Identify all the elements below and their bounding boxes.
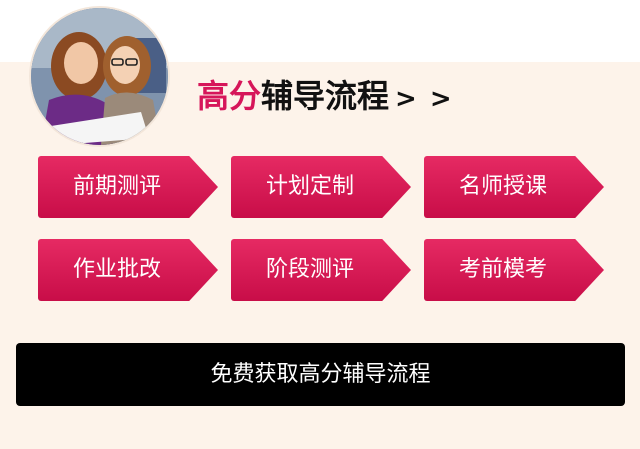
step-button-teacher-lessons[interactable]: 名师授课 bbox=[424, 156, 604, 218]
title-rest: 辅导流程 bbox=[261, 77, 390, 115]
step-label: 作业批改 bbox=[72, 257, 161, 282]
step-label: 考前模考 bbox=[458, 257, 547, 282]
step-label: 计划定制 bbox=[265, 174, 354, 199]
step-label: 阶段测评 bbox=[265, 257, 354, 282]
double-chevron-icon: > > bbox=[395, 84, 454, 114]
students-photo bbox=[31, 8, 168, 145]
page-title: 高分辅导流程 > > bbox=[197, 76, 454, 116]
get-process-button[interactable]: 免费获取高分辅导流程 bbox=[16, 343, 625, 406]
step-button-pre-assessment[interactable]: 前期测评 bbox=[38, 156, 218, 218]
title-accent: 高分 bbox=[197, 77, 262, 115]
step-button-plan-customization[interactable]: 计划定制 bbox=[231, 156, 411, 218]
step-label: 前期测评 bbox=[72, 174, 161, 199]
step-button-stage-assessment[interactable]: 阶段测评 bbox=[231, 239, 411, 301]
step-button-mock-exam[interactable]: 考前模考 bbox=[424, 239, 604, 301]
step-button-homework-correction[interactable]: 作业批改 bbox=[38, 239, 218, 301]
step-label: 名师授课 bbox=[458, 174, 547, 199]
